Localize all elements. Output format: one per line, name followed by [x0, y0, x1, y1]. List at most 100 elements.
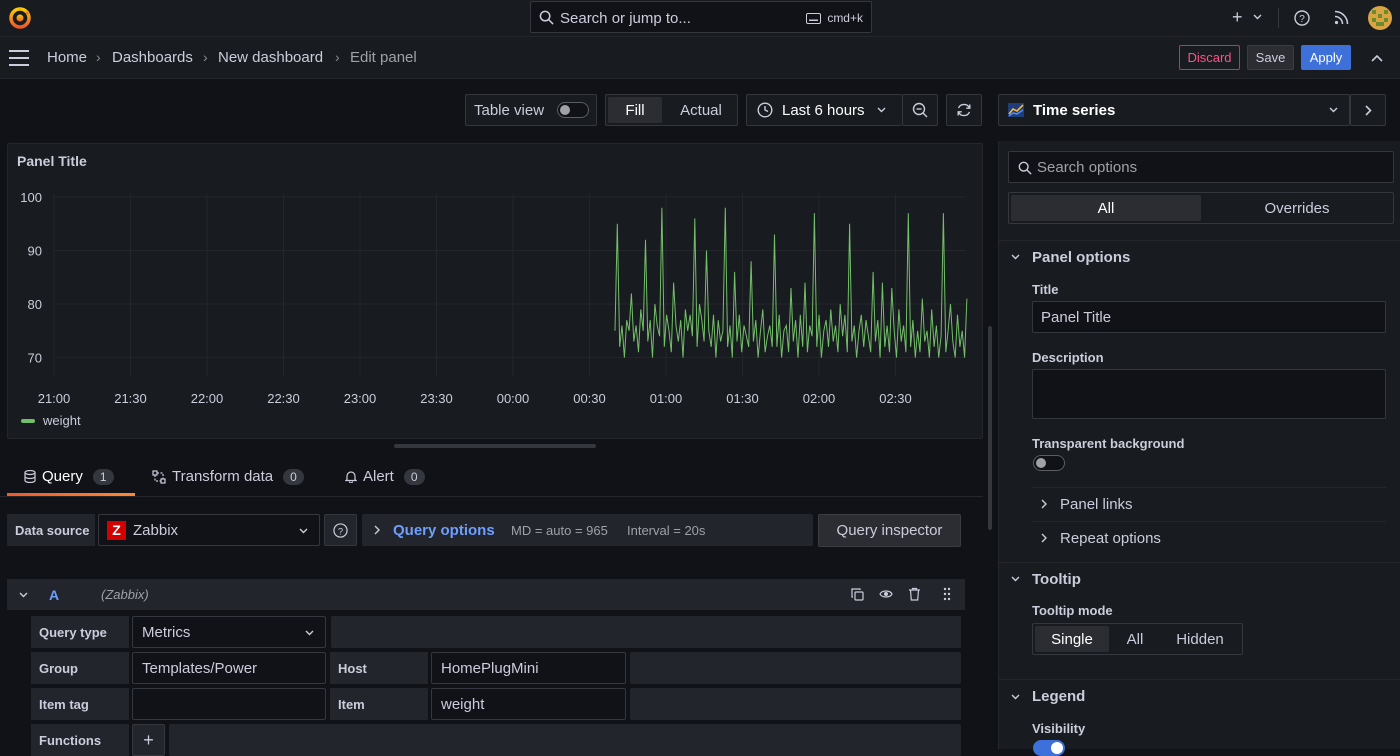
chevron-down-icon[interactable]: [1011, 254, 1020, 260]
chevron-down-icon[interactable]: [19, 592, 28, 598]
row-filler: [630, 652, 961, 684]
svg-text:?: ?: [1299, 14, 1305, 25]
legend-item[interactable]: weight: [21, 413, 81, 428]
tab-transform[interactable]: Transform data 0: [152, 468, 304, 485]
time-series-chart[interactable]: 21:00 21:30 22:00 22:30 23:00 23:30 00:00 00:30…: [8, 144, 984, 440]
fill-option[interactable]: Fill: [608, 97, 662, 123]
table-view-toggle[interactable]: Table view: [465, 94, 597, 126]
datasource-value: Zabbix: [133, 521, 179, 539]
drag-handle-icon[interactable]: [943, 587, 951, 601]
tab-query[interactable]: Query 1: [24, 468, 114, 485]
breadcrumb-bar: Home › Dashboards › New dashboard › Edit…: [0, 37, 1400, 79]
host-input[interactable]: HomePlugMini: [431, 652, 626, 684]
tooltip-mode-single[interactable]: Single: [1035, 626, 1109, 652]
tooltip-mode-label: Tooltip mode: [1032, 603, 1113, 618]
item-label: Item: [330, 688, 428, 720]
save-button[interactable]: Save: [1247, 45, 1294, 70]
legend-section[interactable]: Legend: [1032, 688, 1085, 705]
collapse-options-button[interactable]: [1350, 94, 1386, 126]
chevron-right-icon: [1364, 104, 1372, 116]
fill-actual-group: Fill Actual: [605, 94, 738, 126]
repeat-options-section[interactable]: Repeat options: [1060, 530, 1161, 547]
table-view-switch[interactable]: [557, 102, 589, 118]
transform-icon: [152, 469, 166, 484]
tab-overrides[interactable]: Overrides: [1202, 195, 1392, 221]
zoom-out-button[interactable]: [902, 94, 938, 126]
resize-handle[interactable]: [394, 444, 596, 448]
chevron-down-icon[interactable]: [1253, 14, 1262, 20]
apply-button[interactable]: Apply: [1301, 45, 1351, 70]
time-range-picker[interactable]: Last 6 hours: [746, 94, 902, 126]
search-options-input[interactable]: Search options: [1008, 151, 1394, 183]
chevron-right-icon[interactable]: [1041, 499, 1047, 509]
clock-icon: [757, 102, 773, 118]
panel-options-section[interactable]: Panel options: [1032, 249, 1130, 266]
rss-icon[interactable]: [1334, 10, 1349, 25]
chevron-up-icon[interactable]: [1371, 54, 1383, 62]
chevron-down-icon[interactable]: [1011, 694, 1020, 700]
description-textarea[interactable]: [1032, 369, 1386, 419]
host-label: Host: [330, 652, 428, 684]
query-options-bar[interactable]: Query options MD = auto = 965 Interval =…: [362, 514, 813, 546]
chevron-down-icon: [1329, 107, 1338, 113]
add-function-button[interactable]: +: [132, 724, 165, 756]
scrollbar[interactable]: [988, 326, 992, 530]
tab-alert[interactable]: Alert 0: [345, 468, 425, 485]
breadcrumb-separator: ›: [335, 49, 340, 65]
breadcrumb-home[interactable]: Home: [47, 49, 87, 66]
grafana-logo-icon[interactable]: [8, 6, 32, 30]
visualization-picker[interactable]: Time series: [998, 94, 1350, 126]
max-data-points: MD = auto = 965: [511, 523, 608, 538]
panel-links-section[interactable]: Panel links: [1060, 496, 1133, 513]
tooltip-mode-hidden[interactable]: Hidden: [1161, 626, 1239, 652]
tooltip-section[interactable]: Tooltip: [1032, 571, 1081, 588]
discard-button[interactable]: Discard: [1179, 45, 1240, 70]
chevron-down-icon[interactable]: [1011, 576, 1020, 582]
divider: [999, 240, 1400, 241]
tab-all[interactable]: All: [1011, 195, 1201, 221]
plus-icon[interactable]: +: [1232, 7, 1243, 28]
table-view-label: Table view: [474, 101, 545, 119]
search-input[interactable]: Search or jump to... cmd+k: [530, 1, 872, 33]
tooltip-mode-all[interactable]: All: [1113, 626, 1157, 652]
options-tabs: All Overrides: [1008, 192, 1394, 224]
divider: [999, 679, 1400, 680]
datasource-help-button[interactable]: ?: [324, 514, 357, 546]
title-input[interactable]: Panel Title: [1032, 301, 1386, 333]
query-type-label: Query type: [31, 616, 129, 648]
visibility-label: Visibility: [1032, 721, 1086, 736]
query-ref-id[interactable]: A: [49, 587, 59, 603]
chevron-right-icon[interactable]: [1041, 533, 1047, 543]
x-tick-label: 02:30: [879, 391, 912, 406]
row-filler: [331, 616, 961, 648]
refresh-button[interactable]: [946, 94, 982, 126]
tooltip-mode-group: Single All Hidden: [1032, 623, 1243, 655]
breadcrumb-new-dashboard[interactable]: New dashboard: [218, 49, 323, 66]
breadcrumb-dashboards[interactable]: Dashboards: [112, 49, 193, 66]
menu-icon[interactable]: [9, 50, 29, 66]
x-tick-label: 21:30: [114, 391, 147, 406]
series-line-weight[interactable]: [614, 207, 968, 358]
transparent-background-toggle[interactable]: [1033, 455, 1065, 471]
actual-option[interactable]: Actual: [668, 97, 734, 123]
x-tick-label: 02:00: [803, 391, 836, 406]
legend-visibility-toggle[interactable]: [1033, 740, 1065, 756]
group-input[interactable]: Templates/Power: [132, 652, 326, 684]
query-type-select[interactable]: Metrics: [132, 616, 326, 648]
database-icon: [24, 470, 36, 483]
query-inspector-button[interactable]: Query inspector: [818, 514, 961, 547]
x-tick-label: 00:30: [573, 391, 606, 406]
svg-text:?: ?: [338, 526, 343, 536]
help-icon[interactable]: ?: [1294, 10, 1310, 26]
eye-icon[interactable]: [879, 588, 893, 600]
duplicate-icon[interactable]: [851, 588, 864, 601]
y-tick-label: 80: [28, 297, 42, 312]
query-options-label[interactable]: Query options: [393, 522, 495, 539]
item-input[interactable]: weight: [431, 688, 626, 720]
refresh-icon: [957, 103, 971, 117]
x-tick-label: 23:30: [420, 391, 453, 406]
item-tag-input[interactable]: [132, 688, 326, 720]
trash-icon[interactable]: [908, 587, 921, 601]
avatar[interactable]: [1368, 6, 1392, 30]
datasource-picker[interactable]: Z Zabbix: [98, 514, 320, 546]
